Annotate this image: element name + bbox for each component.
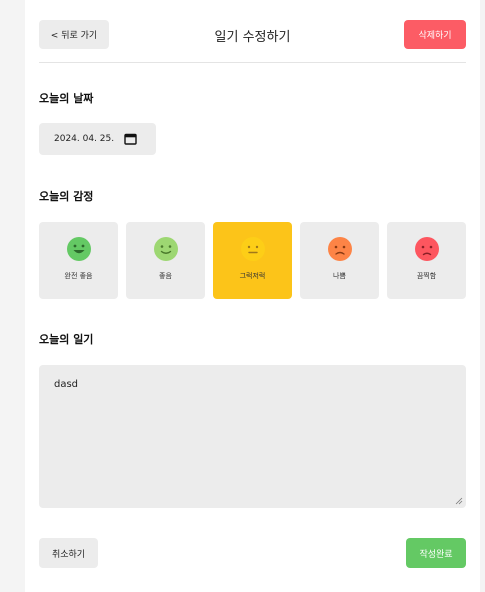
diary-edit-page: < 뒤로 가기 일기 수정하기 삭제하기 오늘의 날짜 2024. 04. 25… bbox=[25, 0, 480, 592]
emotion-option-bad[interactable]: 나쁨 bbox=[300, 222, 379, 299]
delete-button[interactable]: 삭제하기 bbox=[404, 20, 466, 49]
header-divider bbox=[39, 62, 466, 63]
smile-face-icon bbox=[153, 237, 178, 261]
date-value: 2024. 04. 25. bbox=[54, 134, 115, 144]
diary-content-textarea[interactable]: dasd bbox=[39, 365, 466, 508]
calendar-icon[interactable] bbox=[124, 133, 137, 145]
emotion-section-title: 오늘의 감정 bbox=[39, 190, 94, 203]
big-smile-face-icon bbox=[66, 237, 91, 261]
emotion-option-very-good[interactable]: 완전 좋음 bbox=[39, 222, 118, 299]
diary-section-title: 오늘의 일기 bbox=[39, 333, 94, 346]
emotion-option-good[interactable]: 좋음 bbox=[126, 222, 205, 299]
emotion-label: 그럭저럭 bbox=[239, 272, 266, 280]
page-title: 일기 수정하기 bbox=[214, 30, 291, 45]
emotion-label: 완전 좋음 bbox=[64, 272, 93, 280]
emotion-selector: 완전 좋음 좋음 그럭저럭 나쁨 끔찍함 bbox=[39, 222, 466, 299]
cancel-button[interactable]: 취소하기 bbox=[39, 538, 98, 568]
emotion-option-terrible[interactable]: 끔찍함 bbox=[387, 222, 466, 299]
emotion-label: 좋음 bbox=[159, 272, 172, 280]
emotion-option-neutral[interactable]: 그럭저럭 bbox=[213, 222, 292, 299]
submit-button[interactable]: 작성완료 bbox=[406, 538, 466, 568]
emotion-label: 끔찍함 bbox=[416, 272, 437, 280]
header: < 뒤로 가기 일기 수정하기 삭제하기 bbox=[39, 20, 466, 50]
diary-content-text: dasd bbox=[54, 379, 79, 390]
frown-face-icon bbox=[327, 237, 352, 261]
date-input[interactable]: 2024. 04. 25. bbox=[39, 123, 156, 155]
date-section-title: 오늘의 날짜 bbox=[39, 92, 94, 105]
resize-handle-icon[interactable] bbox=[455, 497, 463, 505]
sad-face-icon bbox=[414, 237, 439, 261]
neutral-face-icon bbox=[240, 237, 265, 261]
emotion-label: 나쁨 bbox=[333, 272, 346, 280]
